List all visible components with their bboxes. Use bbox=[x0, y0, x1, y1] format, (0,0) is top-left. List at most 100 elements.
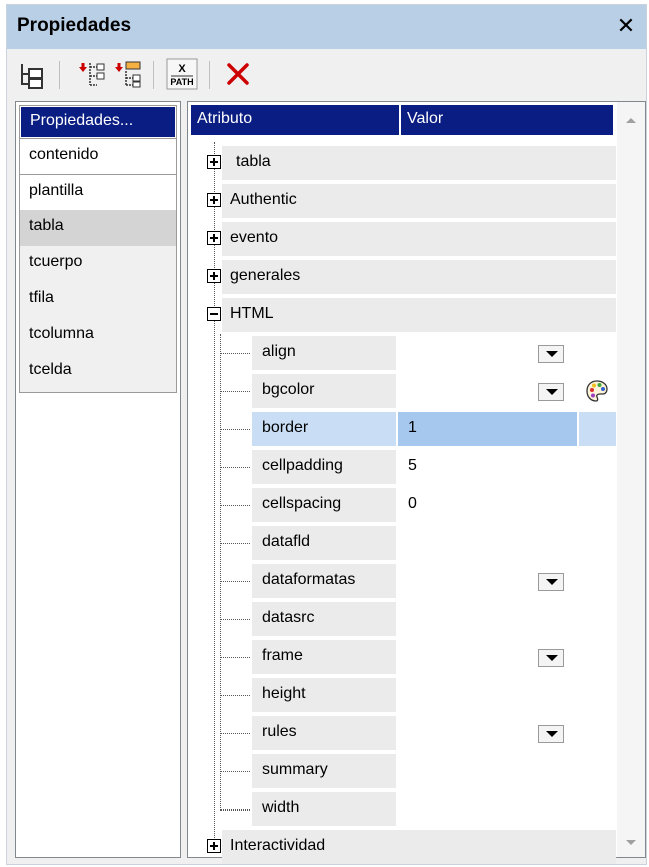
group-row-interactividad[interactable]: Interactividad bbox=[188, 830, 616, 866]
list-item[interactable]: contenido bbox=[20, 138, 176, 174]
column-header-attribute[interactable]: Atributo bbox=[190, 104, 400, 136]
column-header-value[interactable]: Valor bbox=[400, 104, 614, 136]
group-row-authentic[interactable]: Authentic bbox=[188, 184, 616, 220]
attribute-value-cell[interactable]: 1 bbox=[398, 412, 577, 446]
tree-connector bbox=[221, 391, 250, 392]
element-list-panel: Propiedades... contenido plantilla tabla… bbox=[15, 101, 181, 858]
attribute-row[interactable]: cellspacing 0 bbox=[188, 488, 616, 524]
attribute-value: 5 bbox=[408, 457, 417, 474]
attribute-value-cell[interactable] bbox=[398, 640, 577, 674]
extra-cell bbox=[579, 412, 616, 446]
dropdown-button[interactable] bbox=[538, 649, 564, 667]
scroll-down-icon[interactable] bbox=[626, 840, 636, 845]
attribute-row[interactable]: summary bbox=[188, 754, 616, 790]
attribute-value-cell[interactable]: 0 bbox=[398, 488, 577, 522]
properties-window: Propiedades ✕ X PATH Propiedades... cont… bbox=[6, 4, 647, 865]
append-element-icon[interactable] bbox=[109, 57, 143, 91]
toolbar-separator bbox=[59, 61, 60, 89]
list-item[interactable]: plantilla bbox=[20, 174, 176, 210]
group-cell: generales bbox=[222, 260, 616, 294]
tree-connector bbox=[221, 429, 250, 430]
list-item[interactable]: tfila bbox=[20, 282, 176, 318]
scroll-up-icon[interactable] bbox=[626, 118, 636, 123]
group-label: Interactividad bbox=[230, 837, 326, 854]
dropdown-button[interactable] bbox=[538, 573, 564, 591]
attribute-row[interactable]: height bbox=[188, 678, 616, 714]
extra-cell bbox=[579, 602, 616, 636]
attribute-name-cell: frame bbox=[252, 640, 396, 674]
attribute-value-cell[interactable]: 5 bbox=[398, 450, 577, 484]
group-cell: Interactividad bbox=[222, 830, 616, 864]
extra-cell bbox=[579, 336, 616, 370]
attribute-name-cell: rules bbox=[252, 716, 396, 750]
attribute-name-cell: datasrc bbox=[252, 602, 396, 636]
tree-layout-icon[interactable] bbox=[15, 57, 49, 91]
attribute-value-cell[interactable] bbox=[398, 336, 577, 370]
group-row-generales[interactable]: generales bbox=[188, 260, 616, 296]
extra-cell bbox=[579, 526, 616, 560]
toolbar-separator bbox=[209, 61, 210, 89]
close-icon[interactable]: ✕ bbox=[614, 13, 638, 39]
vertical-scrollbar[interactable] bbox=[617, 102, 645, 857]
attribute-name-cell: datafld bbox=[252, 526, 396, 560]
attribute-row[interactable]: cellpadding 5 bbox=[188, 450, 616, 486]
attribute-row[interactable]: frame bbox=[188, 640, 616, 676]
panel-title: Propiedades bbox=[17, 15, 132, 36]
extra-cell bbox=[579, 716, 616, 750]
extra-cell bbox=[579, 754, 616, 788]
list-item[interactable]: tcelda bbox=[20, 354, 176, 390]
tree-connector bbox=[221, 353, 250, 354]
list-item-selected[interactable]: tabla bbox=[20, 210, 176, 246]
expand-icon[interactable] bbox=[207, 231, 221, 245]
toolbar: X PATH bbox=[7, 53, 646, 97]
attribute-row[interactable]: dataformatas bbox=[188, 564, 616, 600]
expand-icon[interactable] bbox=[207, 269, 221, 283]
list-item[interactable]: tcolumna bbox=[20, 318, 176, 354]
attribute-name: cellspacing bbox=[262, 495, 342, 512]
attribute-name-cell: bgcolor bbox=[252, 374, 396, 408]
attribute-value-cell[interactable] bbox=[398, 754, 577, 788]
attribute-name: bgcolor bbox=[262, 381, 315, 398]
attribute-row[interactable]: rules bbox=[188, 716, 616, 752]
attribute-value-cell[interactable] bbox=[398, 602, 577, 636]
tree-connector bbox=[221, 771, 250, 772]
attribute-value-cell[interactable] bbox=[398, 526, 577, 560]
attribute-row[interactable]: datasrc bbox=[188, 602, 616, 638]
attribute-row[interactable]: bgcolor bbox=[188, 374, 616, 410]
collapse-icon[interactable] bbox=[207, 307, 221, 321]
attribute-value-cell[interactable] bbox=[398, 374, 577, 408]
group-row-evento[interactable]: evento bbox=[188, 222, 616, 258]
element-list-header[interactable]: Propiedades... bbox=[20, 106, 176, 138]
attribute-row[interactable]: datafld bbox=[188, 526, 616, 562]
insert-element-icon[interactable] bbox=[73, 57, 107, 91]
attribute-row[interactable]: width bbox=[188, 792, 616, 828]
list-item[interactable]: tcuerpo bbox=[20, 246, 176, 282]
group-row-html[interactable]: HTML bbox=[188, 298, 616, 334]
xpath-icon[interactable]: X PATH bbox=[165, 57, 199, 91]
xpath-bottom-label: PATH bbox=[170, 77, 193, 87]
attribute-value-cell[interactable] bbox=[398, 564, 577, 598]
attribute-value: 1 bbox=[408, 419, 417, 436]
group-label: HTML bbox=[230, 305, 274, 322]
tree-connector bbox=[221, 695, 250, 696]
attribute-value-cell[interactable] bbox=[398, 678, 577, 712]
attribute-row[interactable]: align bbox=[188, 336, 616, 372]
dropdown-button[interactable] bbox=[538, 725, 564, 743]
group-row-tabla[interactable]: tabla bbox=[188, 146, 616, 182]
attribute-name: summary bbox=[262, 761, 328, 778]
expand-icon[interactable] bbox=[207, 193, 221, 207]
expand-icon[interactable] bbox=[207, 839, 221, 853]
attribute-row-selected[interactable]: border 1 bbox=[188, 412, 616, 448]
dropdown-button[interactable] bbox=[538, 345, 564, 363]
attribute-name-cell: cellpadding bbox=[252, 450, 396, 484]
extra-cell bbox=[579, 640, 616, 674]
delete-icon[interactable] bbox=[221, 57, 255, 91]
attribute-value-cell[interactable] bbox=[398, 716, 577, 750]
color-palette-icon[interactable] bbox=[585, 379, 609, 403]
dropdown-button[interactable] bbox=[538, 383, 564, 401]
attribute-value-cell[interactable] bbox=[398, 792, 577, 826]
group-cell: evento bbox=[222, 222, 616, 256]
group-label: Authentic bbox=[230, 191, 297, 208]
attribute-name-cell: align bbox=[252, 336, 396, 370]
expand-icon[interactable] bbox=[207, 155, 221, 169]
